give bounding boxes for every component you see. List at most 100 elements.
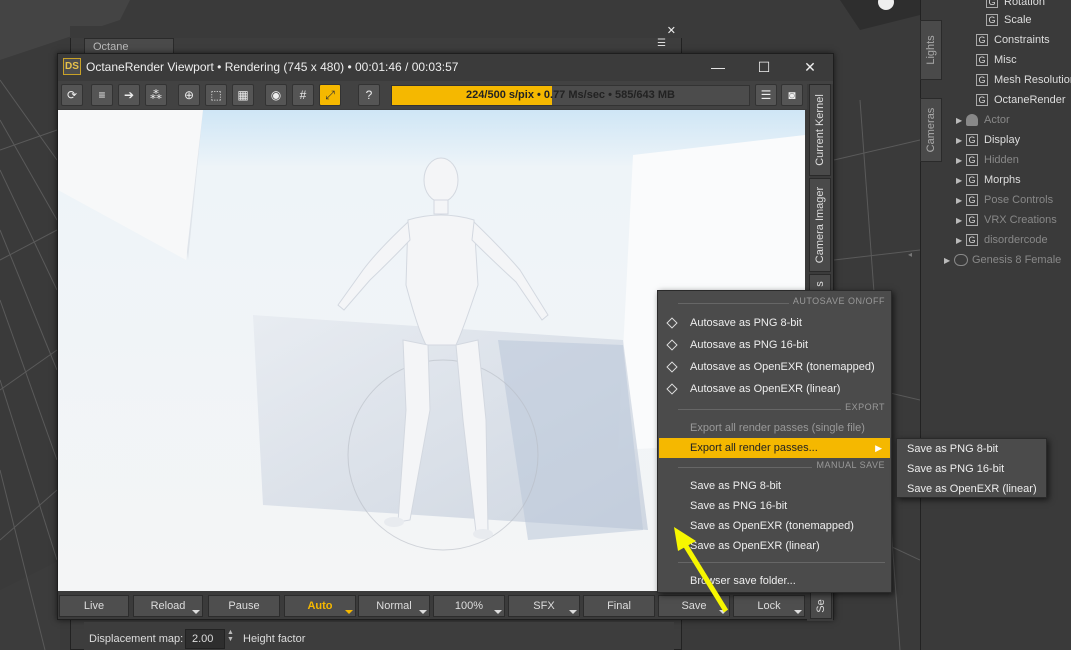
export-header: EXPORT [678, 402, 885, 416]
height-factor-label: Height factor [243, 633, 306, 645]
lock-button[interactable]: Lock [733, 595, 805, 617]
tab-camera-imager[interactable]: Camera Imager [809, 178, 831, 272]
ds-logo-icon: DS [63, 58, 81, 75]
displacement-label: Displacement map: [89, 633, 184, 645]
displacement-row: Displacement map: 2.00 ▲ ▼ Height factor [84, 622, 674, 650]
grid-icon[interactable]: # [292, 84, 314, 106]
minimize-button[interactable]: — [698, 56, 738, 78]
tab-side-extra[interactable]: Se [810, 592, 832, 619]
menu-autosave-png8[interactable]: Autosave as PNG 8-bit [659, 313, 890, 333]
tree-item-genesis[interactable]: ▶ Genesis 8 Female [944, 250, 1061, 270]
normal-button[interactable]: Normal [358, 595, 430, 617]
zoom-button[interactable]: 100% [433, 595, 505, 617]
tab-lights[interactable]: Lights [920, 20, 942, 80]
menu-save-png16[interactable]: Save as PNG 16-bit [659, 496, 890, 516]
tree-item-octanerender[interactable]: G OctaneRender [976, 90, 1066, 110]
menu-export-single[interactable]: Export all render passes (single file) [659, 418, 890, 438]
chevron-down-icon [419, 610, 427, 614]
tree-item-vrx-creations[interactable]: ▶ G VRX Creations [956, 210, 1057, 230]
tree-item-mesh-resolution[interactable]: G Mesh Resolution [976, 70, 1071, 90]
group-icon: G [966, 134, 978, 147]
tree-item-pose-controls[interactable]: ▶ G Pose Controls [956, 190, 1053, 210]
grid-view-icon[interactable]: ▦ [232, 84, 254, 106]
group-icon: G [976, 34, 988, 47]
expand-arrow-icon[interactable]: ▶ [956, 211, 966, 231]
expand-arrow-icon[interactable]: ▶ [956, 231, 966, 251]
expand-arrow-icon[interactable]: ▶ [956, 131, 966, 151]
export-icon[interactable]: ➔ [118, 84, 140, 106]
tree-item-disordercode[interactable]: ▶ Gdisordercode [956, 230, 1048, 250]
tree-item-morphs[interactable]: ▶ G Morphs [956, 170, 1021, 190]
tree-item-misc[interactable]: G Misc [976, 50, 1017, 70]
group-icon: G [966, 154, 978, 167]
octane-panel-header: ✕ [70, 24, 682, 38]
stepper-icon[interactable]: ▲ ▼ [227, 629, 234, 643]
tree-item-scale[interactable]: G Scale [986, 10, 1032, 30]
tree-item-actor[interactable]: ▶ Actor [956, 110, 1010, 130]
maximize-button[interactable]: ☐ [744, 56, 784, 78]
panel-menu-icon[interactable]: ☰ [657, 38, 673, 50]
render-progress-bar: 224/500 s/pix • 0.77 Ms/sec • 585/643 MB [391, 85, 750, 106]
tree-item-display[interactable]: ▶ G Display [956, 130, 1020, 150]
menu-autosave-exr-linear[interactable]: Autosave as OpenEXR (linear) [659, 379, 890, 399]
person-icon [966, 114, 978, 127]
window-title: OctaneRender Viewport • Rendering (745 x… [86, 60, 459, 74]
radio-icon [666, 361, 678, 373]
auto-button[interactable]: Auto [284, 595, 356, 617]
circle-icon[interactable]: ◉ [265, 84, 287, 106]
export-submenu: Save as PNG 8-bit Save as PNG 16-bit Sav… [896, 438, 1047, 498]
tree-list: G Rotation G Scale G Constraints G Misc G Mes… [942, 0, 1071, 270]
expand-arrow-icon[interactable]: ▶ [956, 151, 966, 171]
sfx-button[interactable]: SFX [508, 595, 580, 617]
chevron-down-icon [569, 610, 577, 614]
chevron-down-icon [794, 610, 802, 614]
help-icon[interactable]: ? [358, 84, 380, 106]
autosave-header: AUTOSAVE ON/OFF [678, 296, 885, 310]
region-icon[interactable]: ⬚ [205, 84, 227, 106]
tree-item-constraints[interactable]: G Constraints [976, 30, 1050, 50]
manual-save-header: MANUAL SAVE [678, 460, 885, 474]
nodes-icon[interactable]: ⁂ [145, 84, 167, 106]
group-icon: G [966, 174, 978, 187]
target-icon[interactable]: ⊕ [178, 84, 200, 106]
list-icon[interactable]: ≡ [91, 84, 113, 106]
menu-autosave-exr-tonemapped[interactable]: Autosave as OpenEXR (tonemapped) [659, 357, 890, 377]
chevron-down-icon [345, 610, 353, 614]
submenu-png16[interactable]: Save as PNG 16-bit [897, 459, 1046, 479]
reload-button[interactable]: Reload [133, 595, 203, 617]
expand-icon[interactable]: ⤢ [319, 84, 341, 106]
group-icon: G [986, 14, 998, 27]
menu-save-png8[interactable]: Save as PNG 8-bit [659, 476, 890, 496]
expand-arrow-icon[interactable]: ▶ [956, 111, 966, 131]
submenu-arrow-icon: ▶ [875, 443, 882, 453]
group-icon: G [966, 234, 978, 247]
chevron-down-icon [494, 610, 502, 614]
camera-icon[interactable]: ◙ [781, 84, 803, 106]
pause-button[interactable]: Pause [208, 595, 280, 617]
group-icon: G [976, 54, 988, 67]
submenu-png8[interactable]: Save as PNG 8-bit [897, 439, 1046, 459]
group-icon: G [966, 194, 978, 207]
expand-arrow-icon[interactable]: ▶ [956, 191, 966, 211]
submenu-exr-linear[interactable]: Save as OpenEXR (linear) [897, 479, 1046, 499]
splitter-handle[interactable]: ◂ [908, 250, 918, 280]
title-bar[interactable]: DS OctaneRender Viewport • Rendering (74… [58, 54, 833, 80]
close-button[interactable]: ✕ [790, 56, 830, 78]
panel-close-icon[interactable]: ✕ [667, 24, 676, 37]
refresh-icon[interactable]: ⟳ [61, 84, 83, 106]
final-button[interactable]: Final [583, 595, 655, 617]
expand-arrow-icon[interactable]: ▶ [944, 251, 954, 271]
group-icon: G [976, 94, 988, 107]
tree-item-hidden[interactable]: ▶ G Hidden [956, 150, 1019, 170]
menu-icon[interactable]: ☰ [755, 84, 777, 106]
expand-arrow-icon[interactable]: ▶ [956, 171, 966, 191]
displacement-input[interactable]: 2.00 [185, 629, 225, 649]
tab-current-kernel[interactable]: Current Kernel [809, 84, 831, 176]
menu-autosave-png16[interactable]: Autosave as PNG 16-bit [659, 335, 890, 355]
radio-icon [666, 339, 678, 351]
tab-cameras[interactable]: Cameras [920, 98, 942, 162]
figure-icon [954, 254, 968, 267]
menu-export-all[interactable]: Export all render passes... ▶ [659, 438, 890, 458]
live-button[interactable]: Live [59, 595, 129, 617]
progress-text: 224/500 s/pix • 0.77 Ms/sec • 585/643 MB [466, 89, 675, 101]
